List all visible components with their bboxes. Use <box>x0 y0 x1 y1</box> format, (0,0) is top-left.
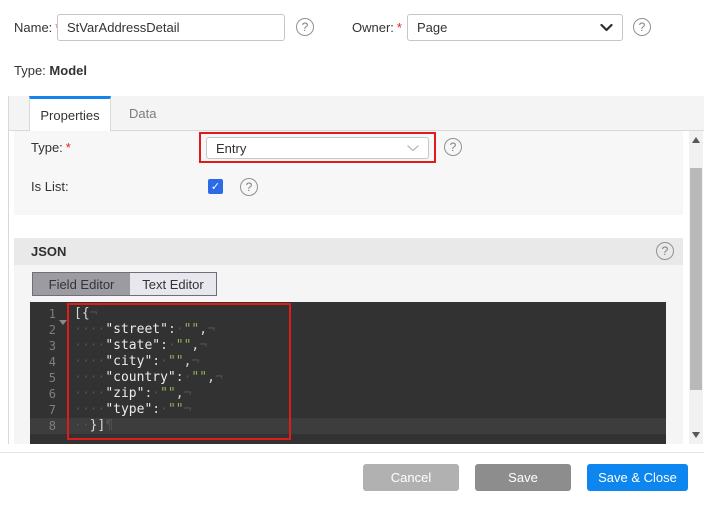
scroll-up-icon[interactable] <box>692 137 700 143</box>
owner-required-mark: * <box>397 20 402 35</box>
code-text: ····"country":·"",¬ <box>74 370 223 386</box>
code-text: ····"city":·"",¬ <box>74 354 199 370</box>
field-editor-label: Field Editor <box>49 277 115 292</box>
line-number: 7 <box>30 402 56 418</box>
name-help-icon[interactable]: ? <box>296 18 314 36</box>
question-glyph: ? <box>662 244 669 258</box>
json-help-icon[interactable]: ? <box>656 242 674 260</box>
type-summary-label: Type: <box>14 63 46 78</box>
owner-label: Owner:* <box>352 20 402 35</box>
type-summary-value: Model <box>49 63 87 78</box>
type-select-value: Entry <box>216 141 407 156</box>
question-glyph: ? <box>246 180 253 194</box>
save-button[interactable]: Save <box>475 464 571 491</box>
line-number: 8 <box>30 418 56 434</box>
json-code-editor[interactable]: 1 [{¬ 2 ····"street":·"",¬ 3 ····"state":·"",… <box>30 302 666 444</box>
name-label: Name:* <box>14 20 60 35</box>
line-number: 4 <box>30 354 56 370</box>
chevron-down-icon <box>600 24 613 32</box>
code-line[interactable]: 2 ····"street":·"",¬ <box>30 322 666 338</box>
type-help-icon[interactable]: ? <box>444 138 462 156</box>
editor-mode-toggle: Field Editor Text Editor <box>32 272 217 296</box>
code-line[interactable]: 3 ····"state":·"",¬ <box>30 338 666 354</box>
tab-bar: Properties Data <box>8 96 704 131</box>
tab-properties-label: Properties <box>40 108 99 123</box>
is-list-label-text: Is List: <box>31 179 69 194</box>
code-line[interactable]: 7 ····"type":·""¬ <box>30 402 666 418</box>
text-editor-label: Text Editor <box>142 277 203 292</box>
type-settings-panel: Type:* Entry ? Is List: ✓ ? <box>14 131 683 215</box>
tab-properties[interactable]: Properties <box>29 96 111 131</box>
json-section-header: JSON <box>14 238 683 265</box>
question-glyph: ? <box>302 20 309 34</box>
name-label-text: Name: <box>14 20 52 35</box>
code-line[interactable]: 5 ····"country":·"",¬ <box>30 370 666 386</box>
code-line[interactable]: 6 ····"zip":·"",¬ <box>30 386 666 402</box>
code-text: ····"street":·"",¬ <box>74 322 215 338</box>
tab-data[interactable]: Data <box>119 96 166 131</box>
json-section: JSON ? Field Editor Text Editor 1 [{¬ 2 ···… <box>14 238 683 444</box>
type-field-label-text: Type: <box>31 140 63 155</box>
type-field-label: Type:* <box>31 140 71 155</box>
json-section-title: JSON <box>31 244 66 259</box>
is-list-checkbox[interactable]: ✓ <box>208 179 223 194</box>
variable-type-summary: Type: Model <box>14 63 87 78</box>
variable-editor-dialog: Name:* ? Owner:* Page ? Type: Model Prop… <box>0 0 704 511</box>
owner-help-icon[interactable]: ? <box>633 18 651 36</box>
type-select[interactable]: Entry <box>206 137 429 159</box>
code-text: ····"state":·"",¬ <box>74 338 207 354</box>
field-editor-button[interactable]: Field Editor <box>33 273 130 295</box>
owner-select[interactable]: Page <box>407 14 623 41</box>
cancel-button[interactable]: Cancel <box>363 464 459 491</box>
tab-data-label: Data <box>129 106 156 121</box>
line-number: 5 <box>30 370 56 386</box>
owner-select-value: Page <box>417 20 600 35</box>
code-text: ··}]¶ <box>74 418 113 434</box>
question-glyph: ? <box>450 140 457 154</box>
properties-tab-panel: Type:* Entry ? Is List: ✓ ? <box>8 131 689 444</box>
vertical-scrollbar[interactable] <box>689 131 703 444</box>
chevron-down-icon <box>407 145 419 152</box>
line-number: 2 <box>30 322 56 338</box>
code-text: ····"type":·""¬ <box>74 402 191 418</box>
owner-label-text: Owner: <box>352 20 394 35</box>
text-editor-button[interactable]: Text Editor <box>130 273 216 295</box>
save-and-close-button[interactable]: Save & Close <box>587 464 688 491</box>
name-input[interactable] <box>57 14 285 41</box>
type-required-mark: * <box>66 140 71 155</box>
line-number: 3 <box>30 338 56 354</box>
code-text: [{¬ <box>74 306 97 322</box>
code-line[interactable]: 4 ····"city":·"",¬ <box>30 354 666 370</box>
line-number: 1 <box>30 306 56 322</box>
footer-divider <box>0 452 704 453</box>
scroll-down-icon[interactable] <box>692 432 700 438</box>
code-lines: 1 [{¬ 2 ····"street":·"",¬ 3 ····"state":·"",… <box>30 306 666 434</box>
question-glyph: ? <box>639 20 646 34</box>
is-list-help-icon[interactable]: ? <box>240 178 258 196</box>
code-line[interactable]: 1 [{¬ <box>30 306 666 322</box>
scrollbar-thumb[interactable] <box>690 168 702 390</box>
line-number: 6 <box>30 386 56 402</box>
is-list-label: Is List: <box>31 179 69 194</box>
code-line[interactable]: 8 ··}]¶ <box>30 418 666 434</box>
checkmark-icon: ✓ <box>211 180 220 193</box>
code-text: ····"zip":·"",¬ <box>74 386 191 402</box>
